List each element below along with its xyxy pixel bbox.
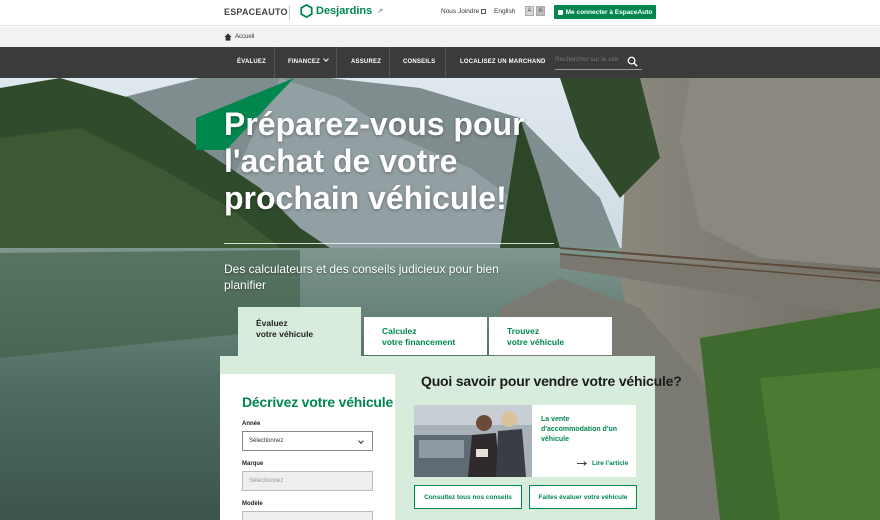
breadcrumb: Accueil: [0, 27, 880, 47]
lock-icon: [557, 9, 563, 15]
desjardins-hexagon-icon: [300, 4, 313, 18]
external-link-icon: ↗: [377, 8, 384, 15]
article-title[interactable]: La vente d'accommodation d'un véhicule: [541, 415, 629, 445]
breadcrumb-home-link[interactable]: Accueil: [235, 34, 254, 40]
tab-calculez[interactable]: Calculez votre financement: [364, 317, 487, 355]
model-select[interactable]: [242, 511, 373, 520]
tab-line: votre financement: [382, 337, 456, 347]
contact-link[interactable]: Nous Joindre: [441, 8, 487, 15]
main-nav: ÉVALUEZ FINANCEZ ASSUREZ CONSEILS LOCALI…: [0, 47, 880, 78]
search-underline: [555, 69, 642, 70]
search-icon[interactable]: [627, 56, 638, 67]
tab-trouvez[interactable]: Trouvez votre véhicule: [489, 317, 612, 355]
article-photo: [414, 405, 532, 477]
brand-divider: [289, 5, 290, 20]
external-link-icon: [481, 8, 487, 14]
nav-divider: [336, 47, 337, 78]
arrow-right-icon: [577, 461, 587, 466]
chevron-down-icon: [358, 438, 364, 444]
hero-divider: [224, 243, 554, 244]
tab-line: Calculez: [382, 326, 417, 336]
nav-item-evaluez[interactable]: ÉVALUEZ: [237, 47, 266, 78]
sell-section-title: Quoi savoir pour vendre votre véhicule?: [421, 373, 682, 389]
tab-line: Trouvez: [507, 326, 540, 336]
tab-line: votre véhicule: [507, 337, 565, 347]
hero-banner: Préparez-vous pour l'achat de votre proc…: [0, 78, 880, 520]
nav-item-conseils[interactable]: CONSEILS: [403, 47, 435, 78]
article-card[interactable]: La vente d'accommodation d'un véhicule L…: [414, 405, 636, 477]
make-select[interactable]: Sélectionnez: [242, 471, 373, 491]
nav-item-assurez[interactable]: ASSUREZ: [351, 47, 381, 78]
espaceauto-logo[interactable]: ESPACEAUTO: [224, 7, 288, 17]
search-input[interactable]: [555, 56, 625, 63]
login-button-label: Me connecter à EspaceAuto: [565, 8, 653, 16]
hero-title: Préparez-vous pour l'achat de votre proc…: [224, 106, 525, 216]
nav-item-financez[interactable]: FINANCEZ: [288, 47, 329, 78]
tab-evaluez[interactable]: Évaluez votre véhicule: [238, 307, 361, 362]
model-label: Modèle: [242, 501, 263, 507]
tab-line: Évaluez: [256, 318, 288, 328]
year-select[interactable]: Sélectionnez: [242, 431, 373, 451]
tab-line: votre véhicule: [256, 329, 314, 339]
make-select-value: Sélectionnez: [249, 478, 284, 484]
nav-divider: [389, 47, 390, 78]
vehicle-form: Décrivez votre véhicule Année Sélectionn…: [220, 374, 395, 520]
nav-item-localisez[interactable]: LOCALISEZ UN MARCHAND: [460, 47, 546, 78]
hero-subtitle: Des calculateurs et des conseils judicie…: [224, 262, 499, 292]
login-button[interactable]: Me connecter à EspaceAuto: [554, 5, 656, 19]
font-increase-button[interactable]: A: [536, 6, 545, 16]
desjardins-wordmark: Desjardins: [316, 5, 373, 17]
top-bar: ESPACEAUTO Desjardins ↗ Nous Joindre Eng…: [0, 0, 880, 26]
language-link[interactable]: English: [494, 8, 515, 15]
year-select-value: Sélectionnez: [249, 438, 284, 444]
all-advice-button[interactable]: Consultez tous nos conseils: [414, 485, 522, 509]
form-title: Décrivez votre véhicule: [242, 394, 394, 410]
home-icon: [224, 33, 232, 41]
desjardins-logo[interactable]: Desjardins ↗: [300, 4, 383, 18]
nav-divider: [445, 47, 446, 78]
year-label: Année: [242, 421, 261, 427]
chevron-down-icon: [323, 56, 329, 62]
read-article-link[interactable]: Lire l'article: [576, 460, 628, 467]
evaluate-vehicle-button[interactable]: Faites évaluer votre véhicule: [529, 485, 637, 509]
read-article-label: Lire l'article: [592, 460, 629, 467]
article-image: [414, 405, 532, 477]
font-decrease-button[interactable]: A: [525, 6, 534, 16]
nav-divider: [274, 47, 275, 78]
make-label: Marque: [242, 461, 264, 467]
